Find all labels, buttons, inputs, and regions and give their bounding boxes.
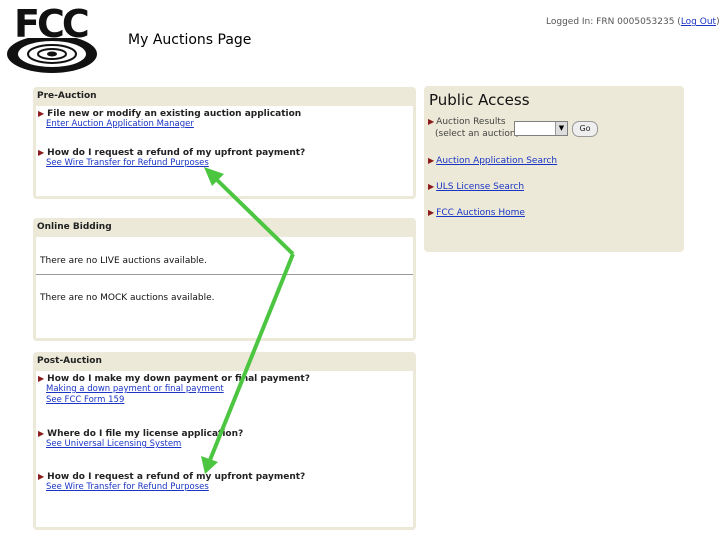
annotation-arrows (201, 167, 295, 474)
